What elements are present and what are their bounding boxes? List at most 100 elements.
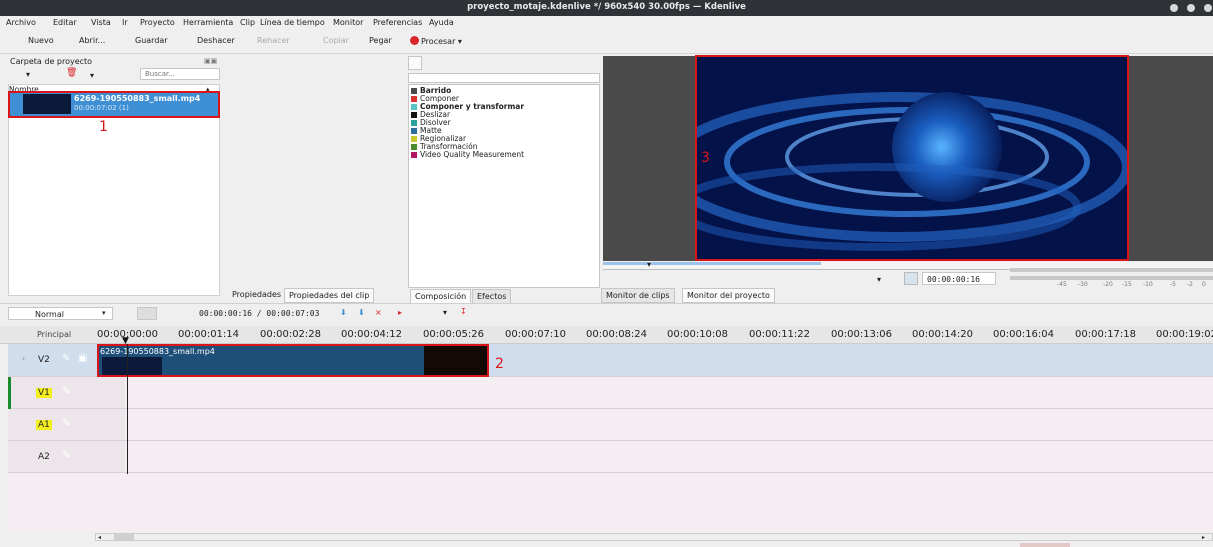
minimize-icon[interactable] — [1170, 4, 1178, 12]
menu-clip[interactable]: Clip — [240, 18, 255, 27]
tab-propiedades[interactable]: Propiedades — [228, 288, 285, 301]
ruler-tick: 00:00:16:04 — [993, 329, 1055, 340]
overwrite-icon[interactable]: ⬇ — [358, 308, 365, 317]
annotation-number-1: 1 — [99, 119, 108, 135]
composite-mode-select[interactable]: Normal — [8, 307, 113, 320]
delete-icon[interactable]: 🗑 — [66, 68, 77, 78]
track-name-a2: A2 — [38, 452, 50, 462]
marker-menu-icon[interactable]: ▾ — [443, 308, 447, 317]
track-name-v2: V2 — [38, 355, 50, 365]
track-header-a2: A2 ✎ — [8, 441, 125, 472]
track-header-a1: A1 ✎ — [8, 409, 125, 440]
bin-title: Carpeta de proyecto — [10, 57, 93, 66]
render-label: Procesar — [421, 37, 456, 46]
menu-linea-de-tiempo[interactable]: Línea de tiempo — [260, 18, 325, 27]
extract-icon[interactable]: ▸ — [398, 308, 402, 317]
menu-vista[interactable]: Vista — [91, 18, 111, 27]
bin-options-icon[interactable]: ▾ — [26, 70, 30, 79]
monitor-options-icon[interactable]: ▾ — [877, 275, 881, 284]
render-button[interactable]: Procesar ▾ — [410, 36, 462, 46]
edit-icon[interactable]: ✎ — [62, 353, 70, 364]
annotation-number-3: 3 — [701, 150, 710, 166]
composition-list: Barrido Componer Componer y transformar … — [408, 84, 600, 288]
composition-search-input[interactable] — [408, 73, 600, 83]
ruler-tick: 00:00:14:20 — [912, 329, 974, 340]
ruler-tick: 00:00:10:08 — [667, 329, 729, 340]
tab-monitor-proyecto[interactable]: Monitor del proyecto — [682, 288, 775, 303]
ruler-tick: 00:00:11:22 — [749, 329, 811, 340]
zoom-slider[interactable] — [1020, 543, 1070, 547]
track-a1[interactable]: A1 ✎ — [8, 409, 1213, 441]
bin-sort-icon[interactable]: ▾ — [90, 71, 94, 80]
menu-archivo[interactable]: Archivo — [6, 18, 36, 27]
disolver-icon — [411, 120, 417, 126]
ruler-tick: 00:00:17:18 — [1075, 329, 1137, 340]
maximize-icon[interactable] — [1187, 4, 1195, 12]
collapse-icon[interactable]: › — [22, 354, 25, 363]
edit-icon[interactable]: ✎ — [62, 418, 70, 429]
menu-monitor[interactable]: Monitor — [333, 18, 363, 27]
track-name-v1: V1 — [36, 388, 52, 398]
componer-icon — [411, 96, 417, 102]
window-title: proyecto_motaje.kdenlive */ 960x540 30.0… — [467, 2, 746, 12]
tab-propiedades-clip[interactable]: Propiedades del clip — [284, 288, 375, 303]
zoom-icon[interactable] — [904, 272, 918, 285]
copy-button[interactable]: Copiar — [323, 36, 349, 45]
composition-item-vqm[interactable]: Video Quality Measurement — [409, 151, 599, 159]
vqm-icon — [411, 152, 417, 158]
tab-efectos[interactable]: Efectos — [472, 289, 512, 304]
properties-panel — [226, 56, 405, 288]
scroll-thumb[interactable] — [114, 534, 134, 540]
close-icon[interactable] — [1204, 4, 1212, 12]
play-icon[interactable] — [137, 307, 157, 320]
monitor-zone — [603, 262, 821, 265]
undo-button[interactable]: Deshacer — [197, 36, 235, 45]
menu-editar[interactable]: Editar — [53, 18, 77, 27]
chevron-down-icon: ▾ — [102, 309, 106, 317]
edit-icon[interactable]: ✎ — [62, 450, 70, 461]
panel-controls-icon[interactable]: ▣▣ — [204, 57, 217, 65]
track-v1[interactable]: V1 ✎ — [8, 377, 1213, 409]
tab-monitor-clips[interactable]: Monitor de clips — [601, 288, 675, 303]
open-button[interactable]: Abrir... — [79, 36, 105, 45]
timeline-ruler[interactable]: Principal 00:00:00:00 00:00:01:14 00:00:… — [0, 326, 1213, 346]
edit-icon[interactable]: ✎ — [62, 386, 70, 397]
save-button[interactable]: Guardar — [135, 36, 168, 45]
matte-icon — [411, 128, 417, 134]
paste-button[interactable]: Pegar — [369, 36, 392, 45]
timeline-position: 00:00:00:16 / 00:00:07:03 — [199, 309, 320, 318]
composition-menu-icon[interactable] — [408, 56, 422, 70]
menu-ayuda[interactable]: Ayuda — [429, 18, 454, 27]
menu-ir[interactable]: Ir — [122, 18, 128, 27]
timeline-scrollbar[interactable]: ◂ ▸ — [95, 533, 1213, 541]
main-toolbar: Nuevo Abrir... Guardar Deshacer Rehacer … — [0, 30, 1213, 54]
annotation-box-2 — [97, 344, 489, 377]
menu-bar: Archivo Editar Vista Ir Proyecto Herrami… — [0, 16, 1213, 30]
menu-proyecto[interactable]: Proyecto — [140, 18, 175, 27]
redo-button[interactable]: Rehacer — [257, 36, 290, 45]
ruler-tick: 00:00:01:14 — [178, 329, 240, 340]
audio-meter-bar — [1010, 268, 1213, 272]
transformacion-icon — [411, 144, 417, 150]
menu-herramienta[interactable]: Herramienta — [183, 18, 233, 27]
menu-preferencias[interactable]: Preferencias — [373, 18, 422, 27]
hide-track-icon[interactable]: ▣ — [78, 353, 87, 364]
tab-composicion[interactable]: Composición — [410, 289, 472, 304]
guide-icon[interactable]: ↧ — [460, 307, 467, 316]
scroll-left-icon[interactable]: ◂ — [98, 534, 101, 541]
ruler-tick: 00:00:19:02 — [1156, 329, 1213, 340]
insert-icon[interactable]: ⬇ — [340, 308, 347, 317]
timeline-empty-area[interactable] — [8, 473, 1213, 532]
ruler-tick: 00:00:13:06 — [831, 329, 893, 340]
remove-icon[interactable]: × — [375, 308, 382, 317]
bin-search-input[interactable] — [140, 68, 220, 80]
timeline-toolbar — [0, 303, 1213, 325]
track-header-v1: V1 ✎ — [8, 377, 125, 408]
monitor-playhead-icon: ▾ — [647, 260, 652, 269]
track-a2[interactable]: A2 ✎ — [8, 441, 1213, 473]
new-button[interactable]: Nuevo — [28, 36, 54, 45]
audio-meter-bar-2 — [1010, 276, 1213, 280]
scroll-right-icon[interactable]: ▸ — [1202, 534, 1205, 541]
active-track-indicator — [8, 377, 11, 409]
monitor-timecode[interactable]: 00:00:00:16 — [922, 272, 996, 285]
